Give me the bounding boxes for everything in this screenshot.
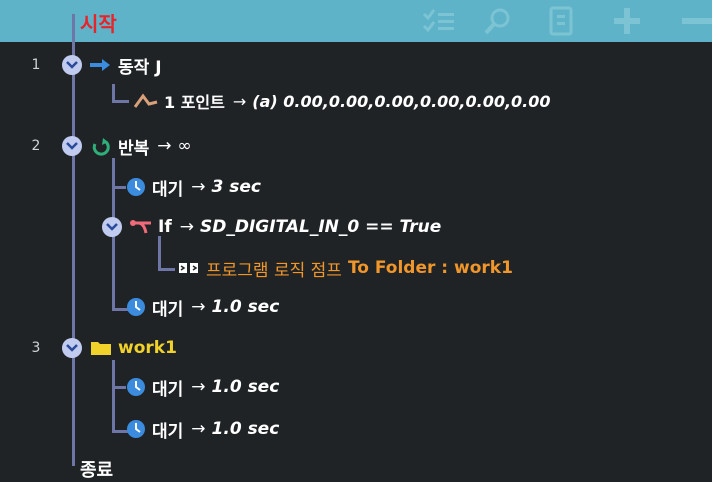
clock-icon	[126, 177, 146, 197]
node-label: 동작 J	[118, 57, 162, 78]
tree-node-wait[interactable]: 대기 → 1.0 sec	[126, 412, 279, 446]
tree-node-loop[interactable]: 반복 → ∞	[62, 129, 192, 163]
search-icon[interactable]	[482, 6, 514, 36]
row-number: 2	[31, 138, 41, 154]
tree-connector	[158, 252, 175, 271]
tree-node-if[interactable]: If → SD_DIGITAL_IN_0 == True	[102, 210, 441, 244]
chevron-down-icon[interactable]	[62, 338, 82, 358]
tree-node-wait[interactable]: 대기 → 1.0 sec	[126, 290, 279, 324]
node-param: (a) 0.00,0.00,0.00,0.00,0.00,0.00	[252, 91, 551, 111]
end-label: 종료	[80, 460, 114, 481]
toolbar: 시작	[0, 0, 712, 42]
node-param: To Folder : work1	[347, 258, 513, 278]
document-icon[interactable]	[548, 6, 574, 36]
program-tree-panel: 시작 1 동작 J 1 포인트 → (a) 0.00,0.00,0.00,0.0…	[0, 0, 712, 482]
node-label: 반복	[118, 138, 150, 159]
loop-icon	[90, 136, 112, 156]
plus-icon[interactable]	[612, 6, 642, 36]
chevron-down-icon[interactable]	[62, 55, 82, 75]
node-param: ∞	[177, 136, 192, 156]
node-label: If	[158, 217, 172, 237]
node-param: 3 sec	[211, 177, 262, 197]
start-label: 시작	[80, 12, 117, 36]
tree-node-folder[interactable]: work1	[62, 331, 177, 365]
node-arrow: →	[157, 136, 172, 156]
node-label: 대기	[152, 379, 184, 400]
clock-icon	[126, 377, 146, 397]
tree-node-jump[interactable]: 프로그램 로직 점프 To Folder : work1	[178, 251, 513, 285]
node-param: 1.0 sec	[211, 297, 280, 317]
clock-icon	[126, 419, 146, 439]
node-label: 대기	[152, 421, 184, 442]
node-param: 1.0 sec	[211, 419, 280, 439]
node-label: work1	[118, 338, 177, 358]
node-arrow: →	[179, 217, 194, 237]
clock-icon	[126, 297, 146, 317]
node-param: SD_DIGITAL_IN_0 == True	[199, 217, 442, 237]
chevron-down-icon[interactable]	[62, 136, 82, 156]
tree-node-move-j[interactable]: 동작 J	[62, 48, 162, 82]
node-param: 1.0 sec	[211, 377, 280, 397]
node-label: 1 포인트	[164, 93, 225, 112]
node-label: 프로그램 로직 점프	[206, 260, 342, 281]
node-arrow: →	[191, 297, 206, 317]
tree-node-wait[interactable]: 대기 → 1.0 sec	[126, 370, 279, 404]
tree-node-wait[interactable]: 대기 → 3 sec	[126, 170, 261, 204]
arrow-right-icon	[90, 58, 112, 72]
node-arrow: →	[191, 377, 206, 397]
tree-node-waypoint[interactable]: 1 포인트 → (a) 0.00,0.00,0.00,0.00,0.00,0.0…	[134, 84, 551, 118]
jump-icon	[178, 261, 200, 275]
waypoint-icon	[134, 93, 158, 109]
node-arrow: →	[191, 419, 206, 439]
node-arrow: →	[232, 91, 247, 111]
chevron-down-icon[interactable]	[102, 217, 122, 237]
minus-icon[interactable]	[680, 6, 712, 36]
row-number: 1	[31, 57, 41, 73]
row-number: 3	[31, 340, 41, 356]
node-label: 대기	[152, 299, 184, 320]
checklist-icon[interactable]	[418, 6, 458, 36]
tree-connector	[112, 386, 126, 389]
branch-icon	[130, 219, 152, 235]
tree-connector	[112, 186, 126, 189]
folder-icon	[90, 340, 112, 356]
tree-connector	[112, 84, 129, 103]
node-arrow: →	[191, 177, 206, 197]
node-label: 대기	[152, 179, 184, 200]
